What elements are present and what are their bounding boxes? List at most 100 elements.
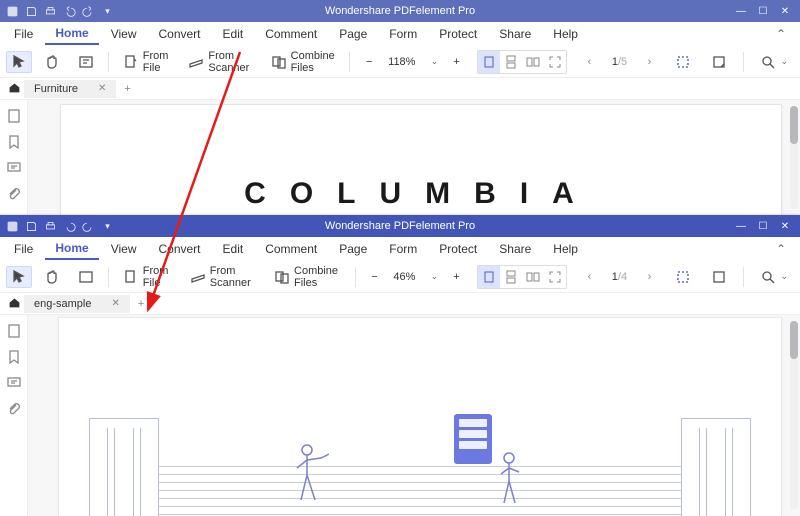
menu-view[interactable]: View <box>101 239 147 259</box>
scroll-thumb[interactable] <box>790 321 798 359</box>
close-button[interactable]: ✕ <box>780 6 790 17</box>
zoom-value[interactable]: 118% <box>382 54 421 70</box>
zoom-in-button[interactable]: + <box>447 56 465 68</box>
ribbon-collapse-icon[interactable]: ⌃ <box>766 27 796 41</box>
fullscreen-view-button[interactable] <box>544 266 566 288</box>
combine-files-button[interactable]: Combine Files <box>268 262 347 292</box>
save-icon[interactable] <box>25 5 38 18</box>
next-page-button[interactable]: › <box>641 56 657 68</box>
zoom-dropdown-icon[interactable]: ⌄ <box>425 56 443 67</box>
qat-dropdown-icon[interactable]: ▾ <box>101 220 114 233</box>
new-tab-button[interactable]: + <box>130 298 152 310</box>
continuous-view-button[interactable] <box>500 51 522 73</box>
menu-protect[interactable]: Protect <box>429 239 487 259</box>
menu-form[interactable]: Form <box>379 239 427 259</box>
maximize-button[interactable]: ☐ <box>758 6 768 17</box>
select-tool-button[interactable] <box>6 266 32 288</box>
menu-file[interactable]: File <box>4 239 43 259</box>
tab-close-button[interactable]: ✕ <box>111 298 119 309</box>
menu-protect[interactable]: Protect <box>429 24 487 44</box>
menu-share[interactable]: Share <box>489 24 541 44</box>
two-page-view-button[interactable] <box>522 266 544 288</box>
titlebar[interactable]: ▾ Wondershare PDFelement Pro — ☐ ✕ <box>0 0 800 22</box>
menu-page[interactable]: Page <box>329 239 377 259</box>
zoom-out-button[interactable]: − <box>365 271 383 283</box>
menu-form[interactable]: Form <box>379 24 427 44</box>
zoom-value[interactable]: 46% <box>387 269 421 285</box>
menu-comment[interactable]: Comment <box>255 239 327 259</box>
comments-panel-icon[interactable] <box>6 160 22 176</box>
from-file-button[interactable]: From File <box>117 262 178 292</box>
continuous-view-button[interactable] <box>500 266 522 288</box>
attachments-panel-icon[interactable] <box>6 186 22 202</box>
page-number-input[interactable]: 1/5 <box>601 56 637 68</box>
comments-panel-icon[interactable] <box>6 375 22 391</box>
zoom-in-button[interactable]: + <box>447 271 465 283</box>
from-scanner-button[interactable]: From Scanner <box>182 47 258 77</box>
save-icon[interactable] <box>25 220 38 233</box>
bookmarks-panel-icon[interactable] <box>6 134 22 150</box>
menu-convert[interactable]: Convert <box>148 239 210 259</box>
menu-view[interactable]: View <box>101 24 147 44</box>
screenshot-tool-button[interactable] <box>669 266 697 288</box>
maximize-button[interactable]: ☐ <box>758 221 768 232</box>
menu-help[interactable]: Help <box>543 239 588 259</box>
close-button[interactable]: ✕ <box>780 221 790 232</box>
minimize-button[interactable]: — <box>736 221 746 232</box>
search-button[interactable]: ⌄ <box>754 266 794 288</box>
bookmarks-panel-icon[interactable] <box>6 349 22 365</box>
hand-tool-button[interactable] <box>38 266 66 288</box>
single-page-view-button[interactable] <box>478 51 500 73</box>
edit-tool-button[interactable] <box>72 51 100 73</box>
edit-tool-button[interactable] <box>72 266 100 288</box>
menu-share[interactable]: Share <box>489 239 541 259</box>
tab-close-button[interactable]: ✕ <box>98 83 106 94</box>
vertical-scrollbar[interactable] <box>790 321 798 510</box>
single-page-view-button[interactable] <box>478 266 500 288</box>
document-canvas[interactable] <box>28 315 800 516</box>
prev-page-button[interactable]: ‹ <box>581 56 597 68</box>
menu-convert[interactable]: Convert <box>148 24 210 44</box>
menu-edit[interactable]: Edit <box>213 239 254 259</box>
zoom-out-button[interactable]: − <box>360 56 378 68</box>
thumbnails-panel-icon[interactable] <box>6 323 22 339</box>
prev-page-button[interactable]: ‹ <box>581 271 597 283</box>
print-icon[interactable] <box>44 5 57 18</box>
menu-edit[interactable]: Edit <box>213 24 254 44</box>
home-tab-button[interactable] <box>4 296 24 312</box>
qat-dropdown-icon[interactable]: ▾ <box>101 5 114 18</box>
page-number-input[interactable]: 1/4 <box>601 271 637 283</box>
hand-tool-button[interactable] <box>38 51 66 73</box>
print-icon[interactable] <box>44 220 57 233</box>
menu-comment[interactable]: Comment <box>255 24 327 44</box>
ribbon-collapse-icon[interactable]: ⌃ <box>766 242 796 256</box>
redo-icon[interactable] <box>82 5 95 18</box>
search-button[interactable]: ⌄ <box>754 51 794 73</box>
from-scanner-button[interactable]: From Scanner <box>184 262 262 292</box>
menu-home[interactable]: Home <box>45 23 98 45</box>
minimize-button[interactable]: — <box>736 6 746 17</box>
attachments-panel-icon[interactable] <box>6 401 22 417</box>
redo-icon[interactable] <box>82 220 95 233</box>
menu-home[interactable]: Home <box>45 238 98 260</box>
undo-icon[interactable] <box>63 5 76 18</box>
thumbnails-panel-icon[interactable] <box>6 108 22 124</box>
notes-tool-button[interactable] <box>705 51 733 73</box>
notes-tool-button[interactable] <box>705 266 733 288</box>
vertical-scrollbar[interactable] <box>790 106 798 209</box>
home-tab-button[interactable] <box>4 81 24 97</box>
menu-page[interactable]: Page <box>329 24 377 44</box>
two-page-view-button[interactable] <box>522 51 544 73</box>
menu-help[interactable]: Help <box>543 24 588 44</box>
combine-files-button[interactable]: Combine Files <box>265 47 342 77</box>
from-file-button[interactable]: From File <box>117 47 177 77</box>
undo-icon[interactable] <box>63 220 76 233</box>
document-canvas[interactable]: COLUMBIA <box>28 100 800 215</box>
select-tool-button[interactable] <box>6 51 32 73</box>
next-page-button[interactable]: › <box>641 271 657 283</box>
document-tab[interactable]: eng-sample ✕ <box>24 295 130 313</box>
fullscreen-view-button[interactable] <box>544 51 566 73</box>
titlebar[interactable]: ▾ Wondershare PDFelement Pro — ☐ ✕ <box>0 215 800 237</box>
zoom-dropdown-icon[interactable]: ⌄ <box>425 271 443 282</box>
screenshot-tool-button[interactable] <box>669 51 697 73</box>
